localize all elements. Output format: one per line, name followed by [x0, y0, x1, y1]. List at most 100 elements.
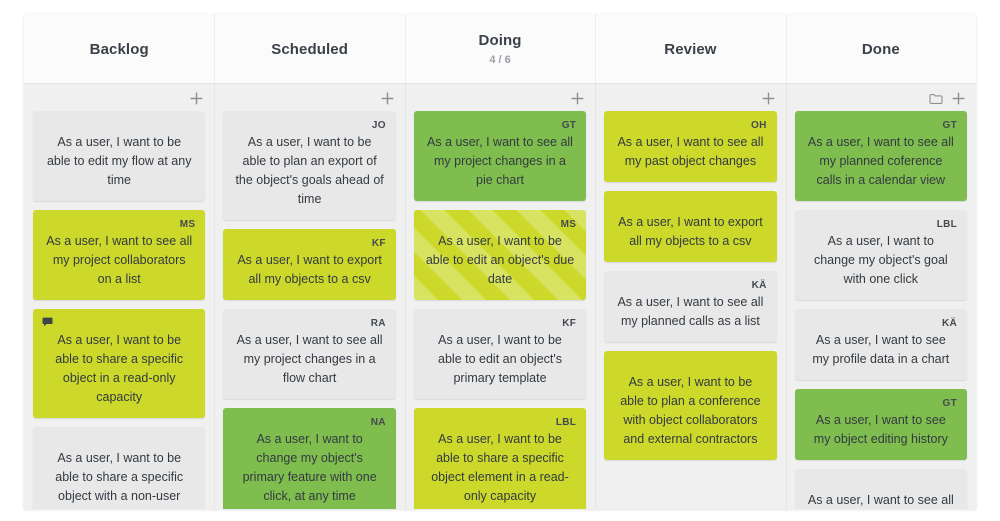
- card[interactable]: As a user, I want to export all my objec…: [604, 191, 777, 262]
- avatar: GT: [942, 119, 958, 131]
- card-meta: [43, 119, 195, 132]
- column-actions: [795, 90, 967, 107]
- column-body-done: GT As a user, I want to see all my planne…: [785, 84, 976, 509]
- card[interactable]: KF As a user, I want to be able to edit a…: [413, 309, 587, 399]
- card[interactable]: RA As a user, I want to see all my projec…: [223, 309, 396, 399]
- avatar: JO: [371, 119, 386, 131]
- avatar: KÄ: [751, 279, 767, 291]
- card-meta: GT: [424, 119, 576, 132]
- avatar: LBL: [936, 218, 958, 230]
- column-actions: [414, 90, 586, 107]
- kanban-board: Backlog Scheduled Doing 4 / 6 Review Done As …: [24, 14, 976, 509]
- column-actions: [604, 90, 776, 107]
- card-text: As a user, I want to be able to edit an …: [425, 234, 575, 286]
- card-text: As a user, I want to export all my objec…: [237, 253, 382, 286]
- column-title: Backlog: [89, 40, 149, 58]
- card-text: As a user, I want to be able to share a …: [55, 451, 184, 503]
- card-meta: GT: [805, 397, 957, 410]
- card-text: As a user, I want to see all my past obj…: [617, 135, 764, 168]
- column-actions: [33, 90, 205, 107]
- column-body-doing: GT As a user, I want to see all my projec…: [404, 84, 595, 509]
- board-columns: As a user, I want to be able to edit my …: [24, 84, 976, 509]
- card-meta: LBL: [805, 218, 957, 231]
- avatar: GT: [942, 397, 958, 409]
- comment-icon: [42, 317, 53, 327]
- card[interactable]: LBL As a user, I want to be able to share…: [413, 408, 587, 509]
- card[interactable]: As a user, I want to be able to edit my …: [33, 111, 206, 201]
- card-meta: [614, 199, 766, 212]
- card-meta: OH: [614, 119, 766, 132]
- card-meta: KÄ: [805, 317, 957, 330]
- card-text: As a user, I want to be able to plan an …: [235, 135, 384, 206]
- column-header-review[interactable]: Review: [595, 14, 785, 83]
- card-meta: [43, 317, 195, 330]
- card[interactable]: GT As a user, I want to see my object edi…: [794, 389, 968, 460]
- avatar: KÄ: [941, 317, 958, 329]
- card-text: As a user, I want to see all my project …: [236, 333, 383, 385]
- card-meta: [805, 477, 957, 490]
- card[interactable]: As a user, I want to be able to plan a c…: [604, 351, 777, 460]
- card-text: As a user, I want to see all my planned …: [807, 135, 954, 187]
- card[interactable]: MS As a user, I want to see all my projec…: [33, 210, 206, 300]
- column-title: Doing: [478, 32, 522, 49]
- card-text: As a user, I want to be able to share a …: [55, 333, 184, 404]
- card-text: As a user, I want to see all my project …: [427, 135, 573, 187]
- card-meta: MS: [424, 218, 576, 231]
- avatar: MS: [179, 218, 196, 230]
- card-meta: KF: [424, 317, 576, 330]
- card-meta: LBL: [424, 416, 576, 429]
- card-text: As a user, I want to see my object editi…: [813, 413, 948, 446]
- card[interactable]: As a user, I want to see all my project …: [794, 469, 968, 509]
- card-meta: KÄ: [614, 279, 767, 292]
- avatar: GT: [561, 119, 577, 131]
- card-text: As a user, I want to change my object's …: [813, 234, 948, 286]
- avatar: NA: [370, 416, 386, 428]
- column-header-backlog[interactable]: Backlog: [24, 14, 214, 83]
- card[interactable]: LBL As a user, I want to change my object…: [794, 210, 968, 300]
- card[interactable]: JO As a user, I want to be able to plan a…: [223, 111, 396, 220]
- column-body-backlog: As a user, I want to be able to edit my …: [24, 84, 214, 509]
- card-text: As a user, I want to be able to plan a c…: [620, 375, 761, 446]
- card-text: As a user, I want to be able to share a …: [431, 432, 569, 503]
- avatar: KF: [562, 317, 577, 329]
- card[interactable]: MS As a user, I want to be able to edit a…: [413, 210, 587, 300]
- add-card-icon[interactable]: [952, 92, 965, 105]
- card-meta: GT: [805, 119, 957, 132]
- column-title: Scheduled: [271, 40, 348, 58]
- card-meta: RA: [233, 317, 386, 330]
- card-text: As a user, I want to be able to edit an …: [438, 333, 563, 385]
- avatar: KF: [371, 237, 386, 249]
- board-column-headers: Backlog Scheduled Doing 4 / 6 Review Done: [24, 14, 976, 84]
- card-meta: NA: [233, 416, 386, 429]
- card[interactable]: KÄ As a user, I want to see all my planne…: [604, 271, 777, 342]
- card-text: As a user, I want to see all my project …: [807, 493, 954, 507]
- column-header-scheduled[interactable]: Scheduled: [214, 14, 404, 83]
- add-card-icon[interactable]: [381, 92, 394, 105]
- avatar: RA: [370, 317, 386, 329]
- card[interactable]: As a user, I want to be able to share a …: [33, 427, 206, 509]
- add-card-icon[interactable]: [571, 92, 584, 105]
- card-text: As a user, I want to see my profile data…: [812, 333, 950, 366]
- card-meta: JO: [233, 119, 386, 132]
- avatar: LBL: [555, 416, 577, 428]
- card[interactable]: OH As a user, I want to see all my past o…: [604, 111, 777, 182]
- column-title: Review: [664, 40, 717, 58]
- card-text: As a user, I want to see all my project …: [46, 234, 193, 286]
- add-card-icon[interactable]: [762, 92, 775, 105]
- card-meta: [614, 359, 766, 372]
- column-actions: [223, 90, 395, 107]
- card[interactable]: NA As a user, I want to change my object'…: [223, 408, 396, 509]
- card-meta: [43, 435, 195, 448]
- column-header-doing[interactable]: Doing 4 / 6: [404, 14, 595, 83]
- card-text: As a user, I want to see all my planned …: [617, 295, 764, 328]
- column-body-scheduled: JO As a user, I want to be able to plan a…: [214, 84, 404, 509]
- card[interactable]: KÄ As a user, I want to see my profile da…: [794, 309, 968, 380]
- card[interactable]: KF As a user, I want to export all my obj…: [223, 229, 396, 300]
- column-title: Done: [861, 40, 900, 58]
- card[interactable]: GT As a user, I want to see all my planne…: [794, 111, 968, 201]
- folder-icon[interactable]: [929, 93, 943, 105]
- card[interactable]: GT As a user, I want to see all my projec…: [413, 111, 587, 201]
- column-header-done[interactable]: Done: [785, 14, 976, 83]
- card[interactable]: As a user, I want to be able to share a …: [33, 309, 206, 418]
- add-card-icon[interactable]: [190, 92, 203, 105]
